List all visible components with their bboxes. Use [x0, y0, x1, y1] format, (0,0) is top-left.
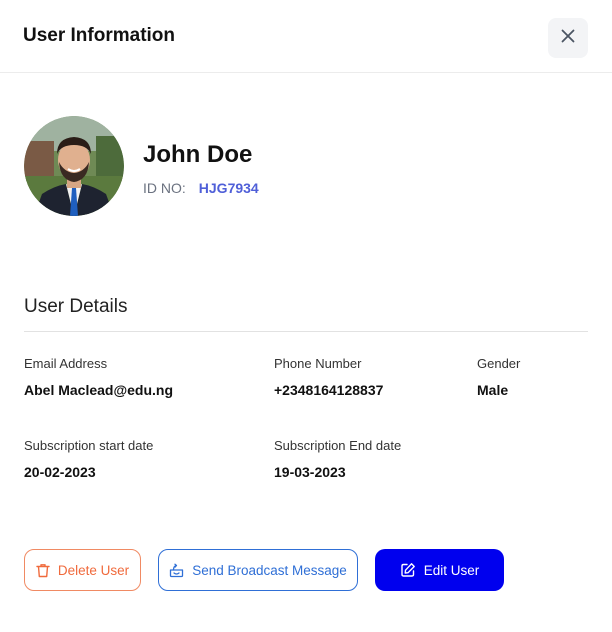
modal-title: User Information — [23, 25, 176, 46]
email-value: Abel Maclead@edu.ng — [24, 382, 174, 398]
edit-user-button[interactable]: Edit User — [375, 549, 504, 591]
gender-value: Male — [477, 382, 509, 398]
close-button[interactable] — [548, 18, 588, 58]
delete-user-label: Delete User — [57, 562, 130, 578]
subscription-start-field: Subscription start date 20-02-2023 — [24, 438, 153, 480]
id-value: HJG7934 — [198, 180, 259, 196]
subscription-end-label: Subscription End date — [274, 438, 402, 453]
subscription-start-label: Subscription start date — [24, 438, 154, 453]
close-icon — [561, 29, 575, 48]
trash-icon — [36, 563, 50, 578]
phone-value: +2348164128837 — [274, 382, 384, 398]
modal-header: User Information — [0, 0, 612, 73]
user-information-modal: User Information John Doe ID NO: HJG7934… — [0, 0, 612, 632]
subscription-end-value: 19-03-2023 — [274, 464, 346, 480]
edit-icon — [400, 562, 416, 578]
id-row: ID NO: HJG7934 — [143, 180, 259, 196]
subscription-start-value: 20-02-2023 — [24, 464, 96, 480]
phone-label: Phone Number — [274, 356, 362, 371]
id-label: ID NO: — [143, 180, 186, 196]
email-label: Email Address — [24, 356, 108, 371]
send-broadcast-button[interactable]: Send Broadcast Message — [158, 549, 358, 591]
email-field: Email Address Abel Maclead@edu.ng — [24, 356, 173, 398]
broadcast-icon — [169, 563, 184, 578]
delete-user-button[interactable]: Delete User — [24, 549, 141, 591]
user-details-title: User Details — [24, 296, 128, 317]
section-divider — [24, 331, 588, 332]
send-broadcast-label: Send Broadcast Message — [192, 562, 347, 578]
subscription-end-field: Subscription End date 19-03-2023 — [274, 438, 401, 480]
gender-field: Gender Male — [477, 356, 520, 398]
phone-field: Phone Number +2348164128837 — [274, 356, 383, 398]
user-name: John Doe — [143, 141, 253, 168]
gender-label: Gender — [477, 356, 521, 371]
edit-user-label: Edit User — [423, 562, 480, 578]
avatar — [24, 116, 124, 216]
